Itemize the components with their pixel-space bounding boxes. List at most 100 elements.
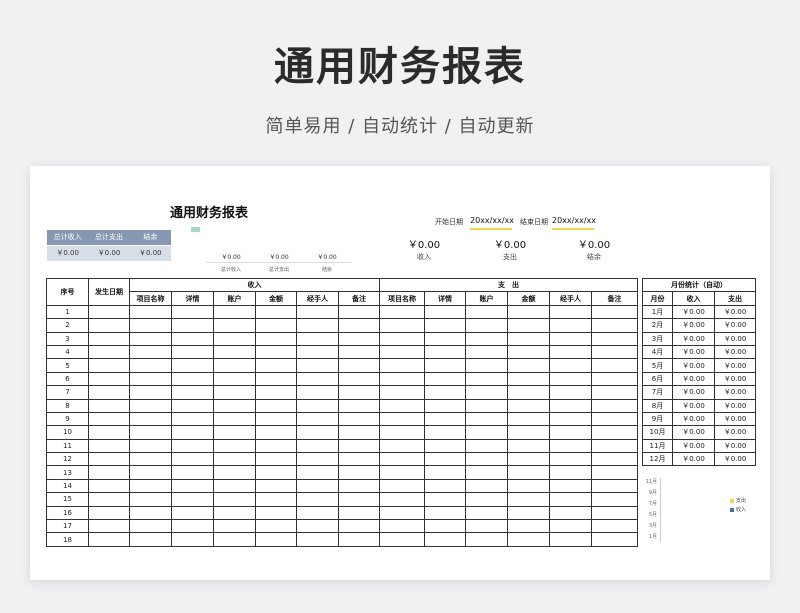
ledger-cell[interactable] xyxy=(129,304,172,320)
ledger-cell[interactable] xyxy=(507,452,550,467)
ledger-cell[interactable] xyxy=(129,478,172,494)
ledger-cell[interactable] xyxy=(465,304,508,320)
ledger-cell[interactable] xyxy=(424,318,466,333)
ledger-cell[interactable] xyxy=(424,358,466,373)
ledger-cell[interactable] xyxy=(424,519,466,534)
ledger-cell[interactable] xyxy=(88,304,130,320)
ledger-cell[interactable] xyxy=(129,358,172,373)
ledger-cell[interactable] xyxy=(171,532,214,547)
ledger-cell[interactable] xyxy=(296,385,339,400)
ledger-cell[interactable] xyxy=(129,398,172,413)
ledger-cell[interactable] xyxy=(338,371,380,387)
ledger-cell[interactable] xyxy=(590,519,639,534)
ledger-cell[interactable] xyxy=(424,478,466,494)
ledger-cell[interactable] xyxy=(549,505,592,521)
ledger-cell[interactable] xyxy=(465,438,508,454)
ledger-cell[interactable] xyxy=(213,385,256,400)
ledger-cell[interactable] xyxy=(255,425,297,440)
ledger-cell[interactable] xyxy=(338,505,380,521)
ledger-cell[interactable] xyxy=(296,344,339,360)
ledger-cell[interactable] xyxy=(88,411,130,427)
ledger-cell[interactable] xyxy=(465,411,508,427)
ledger-cell[interactable] xyxy=(424,411,466,427)
ledger-cell[interactable] xyxy=(549,385,592,400)
ledger-cell[interactable] xyxy=(549,371,592,387)
ledger-cell[interactable] xyxy=(171,398,214,413)
ledger-cell[interactable] xyxy=(296,438,339,454)
ledger-cell[interactable] xyxy=(171,411,214,427)
ledger-cell[interactable] xyxy=(88,371,130,387)
ledger-cell[interactable] xyxy=(213,519,256,534)
ledger-cell[interactable] xyxy=(129,411,172,427)
ledger-cell[interactable] xyxy=(507,425,550,440)
ledger-cell[interactable] xyxy=(465,318,508,333)
ledger-cell[interactable] xyxy=(171,478,214,494)
ledger-cell[interactable] xyxy=(424,505,466,521)
ledger-cell[interactable] xyxy=(507,519,550,534)
ledger-cell[interactable] xyxy=(379,344,425,360)
ledger-cell[interactable] xyxy=(379,371,425,387)
ledger-cell[interactable] xyxy=(213,478,256,494)
ledger-cell[interactable] xyxy=(129,385,172,400)
ledger-cell[interactable] xyxy=(549,358,592,373)
ledger-cell[interactable] xyxy=(88,358,130,373)
ledger-cell[interactable] xyxy=(296,532,339,547)
ledger-cell[interactable] xyxy=(255,505,297,521)
ledger-cell[interactable] xyxy=(338,411,380,427)
ledger-cell[interactable] xyxy=(424,438,466,454)
ledger-cell[interactable] xyxy=(129,519,172,534)
ledger-cell[interactable] xyxy=(465,492,508,507)
ledger-cell[interactable] xyxy=(590,478,639,494)
ledger-cell[interactable] xyxy=(507,304,550,320)
ledger-cell[interactable] xyxy=(88,398,130,413)
ledger-cell[interactable] xyxy=(590,318,639,333)
ledger-cell[interactable] xyxy=(379,438,425,454)
ledger-cell[interactable] xyxy=(549,425,592,440)
ledger-cell[interactable] xyxy=(590,532,639,547)
ledger-cell[interactable] xyxy=(590,371,639,387)
ledger-cell[interactable] xyxy=(465,344,508,360)
ledger-cell[interactable] xyxy=(338,425,380,440)
ledger-cell[interactable] xyxy=(338,492,380,507)
ledger-cell[interactable] xyxy=(590,304,639,320)
ledger-cell[interactable] xyxy=(88,492,130,507)
ledger-cell[interactable] xyxy=(338,358,380,373)
ledger-cell[interactable] xyxy=(255,371,297,387)
ledger-cell[interactable] xyxy=(171,425,214,440)
ledger-cell[interactable] xyxy=(338,344,380,360)
ledger-cell[interactable] xyxy=(171,452,214,467)
ledger-cell[interactable] xyxy=(507,492,550,507)
ledger-cell[interactable] xyxy=(507,532,550,547)
ledger-cell[interactable] xyxy=(213,304,256,320)
ledger-cell[interactable] xyxy=(255,465,297,480)
ledger-cell[interactable] xyxy=(424,331,466,346)
ledger-cell[interactable] xyxy=(88,519,130,534)
ledger-cell[interactable] xyxy=(255,331,297,346)
ledger-cell[interactable] xyxy=(424,452,466,467)
ledger-cell[interactable] xyxy=(255,532,297,547)
ledger-cell[interactable] xyxy=(590,465,639,480)
ledger-cell[interactable] xyxy=(88,478,130,494)
ledger-cell[interactable] xyxy=(379,425,425,440)
ledger-cell[interactable] xyxy=(129,344,172,360)
ledger-cell[interactable] xyxy=(590,425,639,440)
ledger-cell[interactable] xyxy=(213,344,256,360)
ledger-cell[interactable] xyxy=(296,505,339,521)
ledger-cell[interactable] xyxy=(424,398,466,413)
ledger-cell[interactable] xyxy=(507,438,550,454)
ledger-cell[interactable] xyxy=(507,371,550,387)
ledger-cell[interactable] xyxy=(255,304,297,320)
ledger-cell[interactable] xyxy=(88,532,130,547)
ledger-cell[interactable] xyxy=(465,452,508,467)
ledger-cell[interactable] xyxy=(465,398,508,413)
ledger-cell[interactable] xyxy=(424,304,466,320)
ledger-cell[interactable] xyxy=(296,519,339,534)
ledger-cell[interactable] xyxy=(379,532,425,547)
ledger-cell[interactable] xyxy=(296,478,339,494)
summary-value[interactable]: ￥0.00 xyxy=(129,244,171,261)
end-date-field[interactable]: 20xx/xx/xx xyxy=(552,216,596,230)
ledger-cell[interactable] xyxy=(296,465,339,480)
ledger-cell[interactable] xyxy=(255,385,297,400)
ledger-cell[interactable] xyxy=(379,492,425,507)
ledger-cell[interactable] xyxy=(296,371,339,387)
